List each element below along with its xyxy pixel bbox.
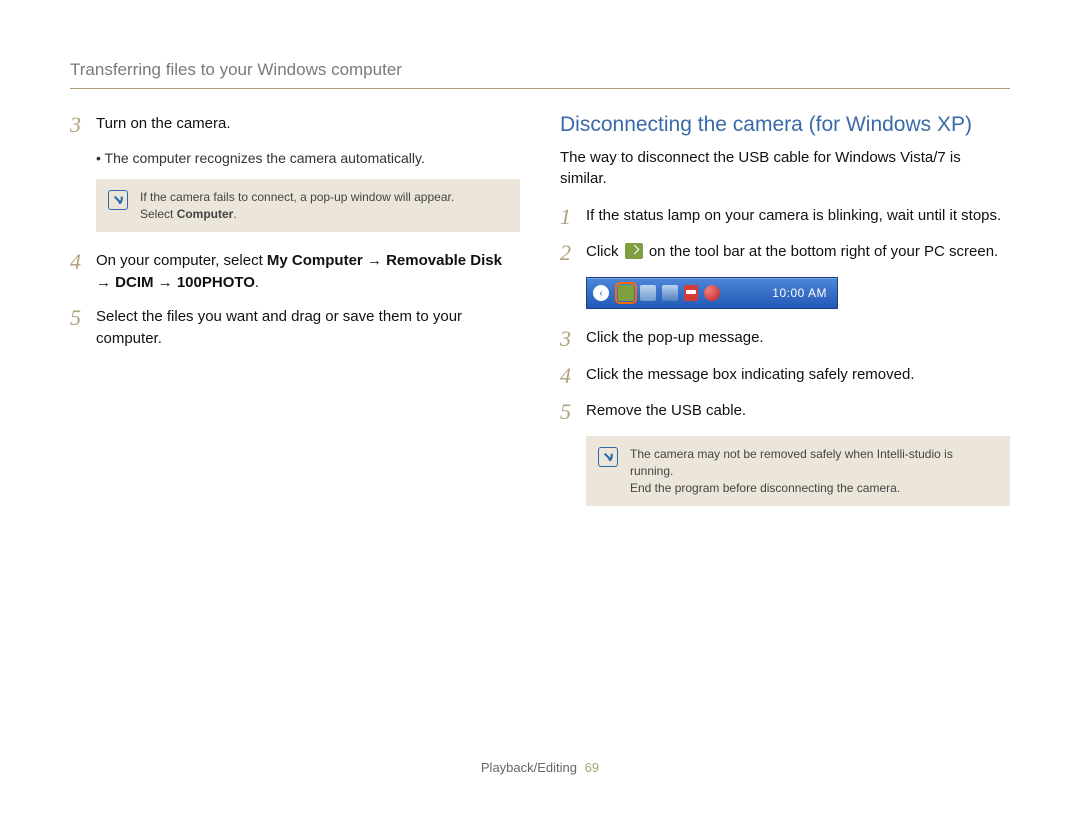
footer-page-number: 69 <box>585 760 599 775</box>
step-text: Remove the USB cable. <box>586 400 1010 422</box>
volume-tray-icon[interactable] <box>684 285 698 301</box>
tray-icon[interactable] <box>640 285 656 301</box>
left-step-3-bullet: The computer recognizes the camera autom… <box>96 149 520 169</box>
right-step2-suffix: on the tool bar at the bottom right of y… <box>649 243 998 260</box>
step-number: 3 <box>70 113 96 137</box>
step-number: 5 <box>70 306 96 330</box>
right-step-3: 3 Click the pop-up message. <box>560 327 1010 351</box>
right-step-4: 4 Click the message box indicating safel… <box>560 364 1010 388</box>
right-step-2: 2 Click on the tool bar at the bottom ri… <box>560 241 1010 265</box>
step-text: Click the pop-up message. <box>586 327 1010 349</box>
note-icon <box>108 190 128 210</box>
right-step-5: 5 Remove the USB cable. <box>560 400 1010 424</box>
windows-xp-taskbar: ‹ 10:00 AM <box>586 277 838 309</box>
taskbar-clock: 10:00 AM <box>772 286 827 300</box>
step-text: If the status lamp on your camera is bli… <box>586 205 1010 227</box>
step-number: 4 <box>70 250 96 274</box>
page-header: Transferring files to your Windows compu… <box>70 60 1010 89</box>
note-box-2: The camera may not be removed safely whe… <box>586 436 1010 506</box>
footer: Playback/Editing 69 <box>0 760 1080 775</box>
step-number: 5 <box>560 400 586 424</box>
step-text: Click the message box indicating safely … <box>586 364 1010 386</box>
left-step-3: 3 Turn on the camera. <box>70 113 520 137</box>
left-step4-prefix: On your computer, select <box>96 252 267 269</box>
tray-expand-icon[interactable]: ‹ <box>593 285 609 301</box>
note1-line2-prefix: Select <box>140 207 177 221</box>
note1-line1: If the camera fails to connect, a pop-up… <box>140 190 454 204</box>
right-step-1: 1 If the status lamp on your camera is b… <box>560 205 1010 229</box>
step-number: 3 <box>560 327 586 351</box>
note-box-1: If the camera fails to connect, a pop-up… <box>96 179 520 233</box>
tray-icon[interactable] <box>662 285 678 301</box>
left-step-5: 5 Select the files you want and drag or … <box>70 306 520 350</box>
tray-icon[interactable] <box>704 285 720 301</box>
step-number: 1 <box>560 205 586 229</box>
note-text: If the camera fails to connect, a pop-up… <box>140 189 508 223</box>
step-text: Turn on the camera. <box>96 113 520 135</box>
section-subtitle: The way to disconnect the USB cable for … <box>560 147 1010 189</box>
safely-remove-hardware-tray-icon[interactable] <box>618 285 634 301</box>
safely-remove-hardware-icon <box>625 243 643 259</box>
right-column: Disconnecting the camera (for Windows XP… <box>560 113 1010 524</box>
step-text: On your computer, select My Computer → R… <box>96 250 520 294</box>
step-text: Click on the tool bar at the bottom righ… <box>586 241 1010 263</box>
step-number: 2 <box>560 241 586 265</box>
note1-line2-bold: Computer <box>177 207 234 221</box>
left-column: 3 Turn on the camera. The computer recog… <box>70 113 520 524</box>
note2-line2: End the program before disconnecting the… <box>630 481 900 495</box>
left-step-4: 4 On your computer, select My Computer →… <box>70 250 520 294</box>
note2-line1: The camera may not be removed safely whe… <box>630 447 953 478</box>
step-text: Select the files you want and drag or sa… <box>96 306 520 350</box>
section-title: Disconnecting the camera (for Windows XP… <box>560 113 1010 137</box>
note1-line2-suffix: . <box>233 207 236 221</box>
right-step2-prefix: Click <box>586 243 623 260</box>
footer-section: Playback/Editing <box>481 760 577 775</box>
note-icon <box>598 447 618 467</box>
left-step4-suffix: . <box>255 274 259 291</box>
step-number: 4 <box>560 364 586 388</box>
note-text: The camera may not be removed safely whe… <box>630 446 998 496</box>
